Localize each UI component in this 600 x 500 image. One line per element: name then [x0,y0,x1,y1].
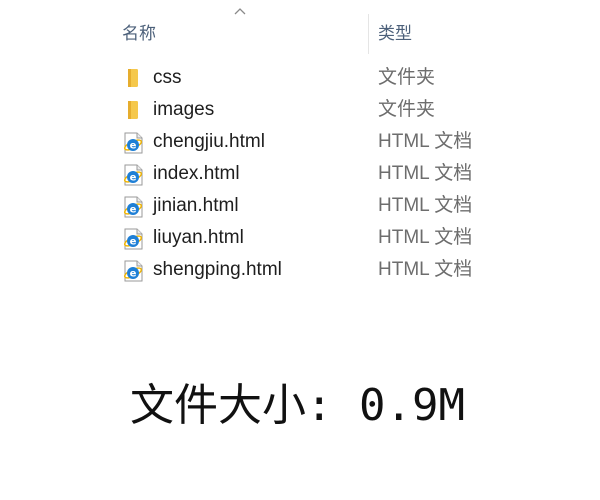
svg-text:e: e [130,173,137,184]
column-header-row: 名称 类型 [0,14,600,54]
svg-text:e: e [130,237,137,248]
file-type: 文件夹 [378,67,436,88]
file-name: images [153,99,215,120]
file-type: HTML 文档 [378,227,473,248]
file-name: liuyan.html [153,227,244,248]
file-type: 文件夹 [378,99,436,120]
file-name: index.html [153,163,240,184]
folder-icon [122,68,144,88]
folder-icon [122,100,144,120]
sort-ascending-icon [234,8,246,15]
file-list: css 文件夹 images 文件夹 e chengjiu.html HTML … [0,62,600,286]
ie-html-file-icon: e [122,164,144,186]
file-type: HTML 文档 [378,195,473,216]
file-type: HTML 文档 [378,131,473,152]
ie-html-file-icon: e [122,196,144,218]
file-row-images[interactable]: images 文件夹 [0,94,600,126]
svg-text:e: e [130,141,137,152]
file-row-liuyan[interactable]: e liuyan.html HTML 文档 [0,222,600,254]
ie-html-file-icon: e [122,132,144,154]
column-divider[interactable] [368,14,369,54]
file-row-jinian[interactable]: e jinian.html HTML 文档 [0,190,600,222]
file-size-caption: 文件大小: 0.9M [130,380,465,431]
file-name: jinian.html [153,195,239,216]
file-row-index[interactable]: e index.html HTML 文档 [0,158,600,190]
file-name: css [153,67,182,88]
file-row-shengping[interactable]: e shengping.html HTML 文档 [0,254,600,286]
svg-text:e: e [130,269,137,280]
ie-html-file-icon: e [122,228,144,250]
file-row-chengjiu[interactable]: e chengjiu.html HTML 文档 [0,126,600,158]
svg-text:e: e [130,205,137,216]
column-header-type[interactable]: 类型 [378,22,488,46]
ie-html-file-icon: e [122,260,144,282]
file-name: chengjiu.html [153,131,265,152]
file-row-css[interactable]: css 文件夹 [0,62,600,94]
file-name: shengping.html [153,259,282,280]
file-type: HTML 文档 [378,259,473,280]
file-type: HTML 文档 [378,163,473,184]
column-header-name[interactable]: 名称 [122,22,362,46]
file-explorer-list: 名称 类型 css 文件夹 images 文件夹 e chengjiu.html… [0,0,600,300]
